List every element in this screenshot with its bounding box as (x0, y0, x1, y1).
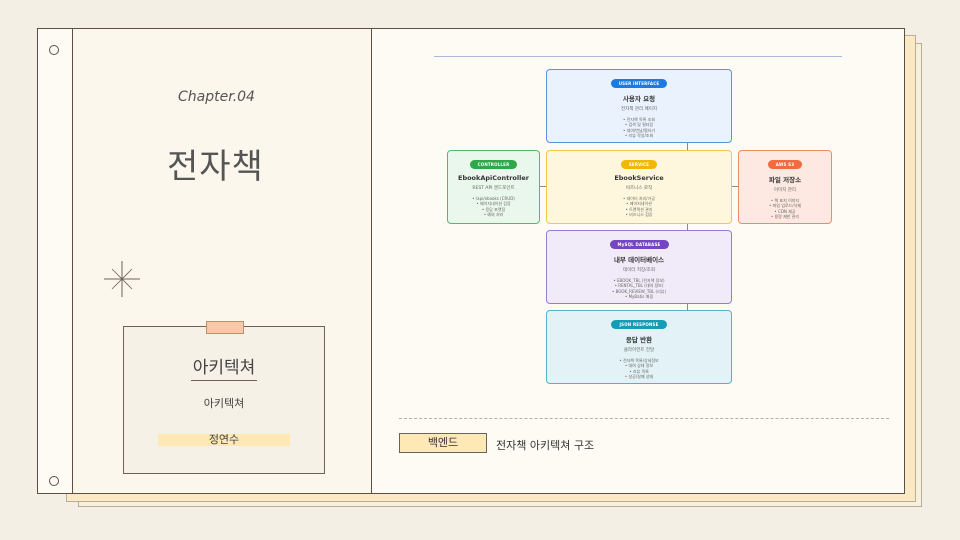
node-title: 내부 데이터베이스 (613, 256, 665, 264)
node-badge: CONTROLLER (469, 160, 518, 169)
diagram-caption: 전자책 아키텍쳐 구조 (496, 439, 595, 452)
top-rule (434, 56, 842, 57)
binder-hole-bottom (49, 476, 59, 486)
page-divider (371, 29, 372, 493)
notebook: Chapter.04 전자책 아키텍쳐 아키텍쳐 정연수 USER INTERF… (37, 28, 905, 494)
node-item: • 비즈니스 검증 (625, 212, 653, 218)
card-title: 아키텍쳐 (190, 358, 258, 381)
binder-hole-top (49, 45, 59, 55)
node-response: JSON RESPONSE 응답 반환 클라이언트 전달 • 전자책 목록/상세… (546, 310, 732, 384)
node-badge: JSON RESPONSE (611, 320, 667, 329)
node-title: 파일 저장소 (768, 176, 802, 184)
connector-service-storage (731, 186, 738, 187)
node-subtitle: 전자책 관리 페이지 (621, 107, 657, 112)
node-title: EbookService (614, 174, 664, 182)
node-title: EbookApiController (458, 174, 529, 182)
node-title: 사용자 요청 (622, 95, 656, 103)
card-subtitle: 아키텍쳐 (203, 397, 245, 410)
node-item: • MyBatis 매핑 (624, 294, 654, 300)
node-badge: USER INTERFACE (610, 79, 668, 88)
node-badge: AWS S3 (767, 160, 803, 169)
node-item: • 리뷰 작성/조회 (624, 133, 654, 139)
node-item: • 예외 처리 (483, 212, 504, 218)
node-badge: MySQL DATABASE (609, 240, 669, 249)
tape-decoration (206, 321, 244, 334)
node-subtitle: 비즈니스 로직 (625, 186, 653, 191)
node-user-request: USER INTERFACE 사용자 요청 전자책 관리 페이지 • 전자책 목… (546, 69, 732, 143)
node-file-storage: AWS S3 파일 저장소 이미지 관리 • 책 표지 이미지 • 파일 업로드… (738, 150, 832, 224)
node-item: • 용량 제한 관리 (770, 214, 800, 220)
node-database: MySQL DATABASE 내부 데이터베이스 데이터 저장/조회 • EBO… (546, 230, 732, 304)
author-name: 정연수 (158, 434, 290, 446)
node-controller: CONTROLLER EbookApiController REST API 엔… (447, 150, 540, 224)
connector-controller-service (539, 186, 546, 187)
category-tag: 백엔드 (399, 433, 487, 453)
binding-line (72, 29, 73, 493)
sparkle-icon (104, 261, 140, 297)
page-title: 전자책 (167, 147, 264, 187)
node-subtitle: 클라이언트 전달 (623, 348, 655, 353)
node-subtitle: 데이터 저장/조회 (623, 268, 655, 273)
node-item: • 성공/실패 상태 (624, 374, 654, 380)
node-subtitle: REST API 엔드포인트 (472, 186, 515, 191)
node-subtitle: 이미지 관리 (773, 188, 797, 193)
chapter-label: Chapter.04 (178, 89, 255, 105)
node-title: 응답 반환 (625, 336, 653, 344)
node-service: SERVICE EbookService 비즈니스 로직 • 데이터 처리/가공… (546, 150, 732, 224)
dashed-separator (399, 418, 889, 419)
node-badge: SERVICE (620, 160, 658, 169)
title-card: 아키텍쳐 아키텍쳐 정연수 (123, 321, 325, 474)
